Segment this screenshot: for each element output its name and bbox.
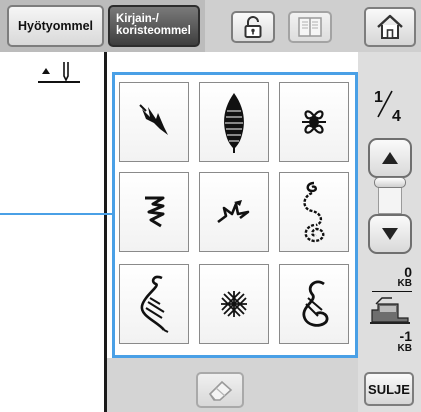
eraser-icon — [208, 380, 233, 401]
stitch-cell-spiral[interactable] — [279, 172, 349, 252]
home-icon — [377, 14, 403, 39]
stitch-cell-wave[interactable] — [119, 172, 189, 252]
close-button[interactable]: SULJE — [364, 372, 414, 406]
memory-used-unit: KB — [397, 343, 412, 354]
curl-stitch-icon — [302, 280, 329, 327]
memory-divider — [372, 291, 412, 292]
tab-decorative-label-2: koristeommel — [116, 25, 191, 37]
page-indicator: 1 4 — [374, 89, 401, 125]
stitch-cell-flower[interactable] — [279, 82, 349, 162]
wave-stitch-icon — [145, 196, 165, 228]
bird-stitch-icon — [217, 200, 250, 224]
needle-position-icon — [38, 62, 80, 83]
memory-available-unit: KB — [397, 278, 412, 289]
lock-button[interactable] — [231, 11, 275, 43]
tab-decorative-label-1: Kirjain-/ — [116, 13, 159, 25]
tab-utility-stitches[interactable]: Hyötyommel — [7, 5, 104, 47]
leaf-stitch-1-icon — [139, 104, 168, 135]
tab-decorative-stitches[interactable]: Kirjain-/ koristeommel — [108, 5, 200, 47]
arrow-down-icon — [382, 228, 398, 240]
leaf-stitch-2-icon — [224, 93, 244, 153]
left-panel — [0, 52, 104, 412]
needle-indicator — [28, 60, 84, 90]
stitch-cell-bird[interactable] — [199, 172, 269, 252]
callout-line — [0, 213, 112, 215]
arrow-up-icon — [382, 152, 398, 164]
stitch-cell-curl[interactable] — [279, 264, 349, 344]
cross-stitch-icon — [221, 291, 247, 317]
stitch-cell-cross[interactable] — [199, 264, 269, 344]
scroll-thumb[interactable] — [374, 177, 406, 188]
memory-used-value: -1 — [399, 328, 412, 344]
close-label: SULJE — [368, 381, 410, 397]
lock-icon — [244, 16, 262, 38]
scroll-down-button[interactable] — [368, 214, 412, 254]
tab-utility-label: Hyötyommel — [17, 19, 94, 33]
sewing-machine-icon — [370, 297, 410, 324]
book-icon — [298, 17, 322, 37]
swirl-stitch-icon — [140, 275, 169, 333]
delete-button[interactable] — [196, 372, 244, 408]
stitch-cell-leaf-1[interactable] — [119, 82, 189, 162]
flower-stitch-icon — [302, 110, 326, 134]
home-button[interactable] — [364, 7, 416, 47]
help-book-button[interactable] — [288, 11, 332, 43]
stitch-cell-swirl[interactable] — [119, 264, 189, 344]
scroll-up-button[interactable] — [368, 138, 412, 178]
page-total: 4 — [392, 108, 401, 125]
stitch-cell-leaf-2[interactable] — [199, 82, 269, 162]
page-current: 1 — [374, 89, 383, 106]
spiral-stitch-icon — [303, 181, 325, 243]
